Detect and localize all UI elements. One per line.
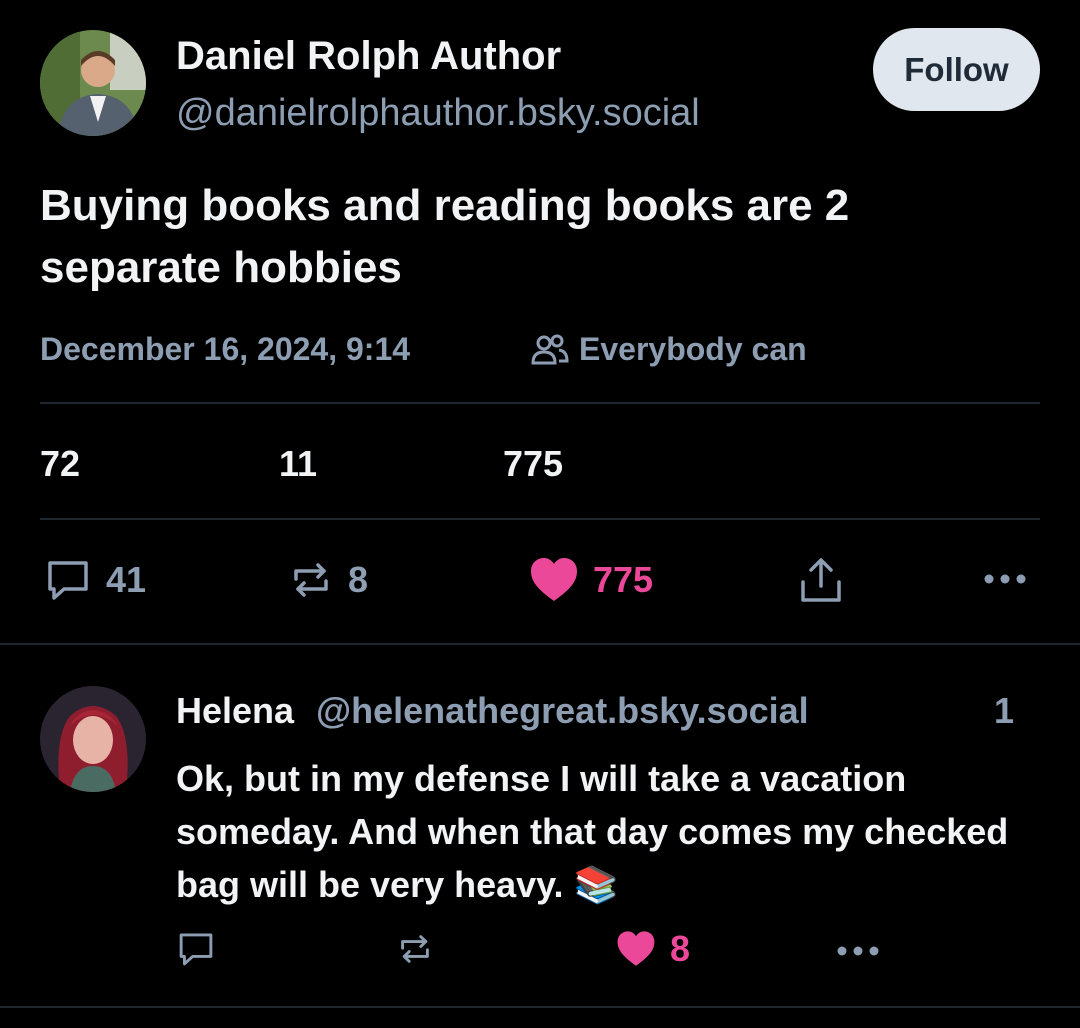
reply-button[interactable]: 41 (44, 557, 146, 603)
share-button[interactable] (799, 556, 843, 604)
reply-icon (176, 930, 216, 968)
like-count: 775 (593, 559, 654, 600)
repost-icon (396, 930, 434, 968)
share-icon (799, 556, 843, 604)
author-handle[interactable]: @danielrolphauthor.bsky.social (176, 92, 700, 135)
repost-icon (288, 557, 334, 603)
reply-author-handle[interactable]: @helenathegreat.bsky.social (316, 690, 809, 732)
likes-stat[interactable]: 775 (503, 443, 563, 485)
reply-text: Ok, but in my defense I will take a vaca… (176, 758, 1009, 905)
post-text: Buying books and reading books are 2 sep… (40, 181, 850, 292)
post-date: December 16, 2024, 9:14 (40, 331, 411, 367)
repost-button[interactable]: 8 (288, 557, 368, 603)
divider (0, 1006, 1080, 1008)
reposts-stat[interactable]: 72 (40, 443, 80, 485)
more-options-button[interactable] (983, 568, 1027, 590)
heart-icon (529, 557, 579, 603)
like-button[interactable]: 775 (529, 557, 653, 603)
divider (40, 402, 1040, 404)
more-icon (836, 940, 880, 962)
quotes-stat[interactable]: 11 (279, 443, 317, 485)
reply-like-count: 8 (670, 928, 691, 969)
divider (0, 643, 1080, 645)
author-avatar[interactable] (40, 30, 146, 136)
people-icon (531, 333, 569, 367)
reply-author-avatar[interactable] (40, 686, 146, 792)
author-display-name[interactable]: Daniel Rolph Author (176, 34, 561, 79)
reply-icon (44, 557, 92, 603)
reply-author-name[interactable]: Helena (176, 690, 294, 732)
reply-time: 1 (994, 690, 1015, 731)
reply-like-button[interactable]: 8 (616, 928, 690, 970)
heart-icon (616, 930, 656, 968)
reply-repost-button[interactable] (396, 930, 434, 968)
follow-button[interactable]: Follow (873, 28, 1040, 111)
more-icon (983, 568, 1027, 590)
divider (40, 518, 1040, 520)
reply-reply-button[interactable] (176, 930, 216, 968)
audience-setting[interactable]: Everybody can (531, 331, 807, 368)
reply-count: 41 (106, 559, 147, 600)
repost-count: 8 (348, 559, 369, 600)
reply-more-options-button[interactable] (836, 940, 880, 962)
audience-label: Everybody can (579, 331, 807, 367)
